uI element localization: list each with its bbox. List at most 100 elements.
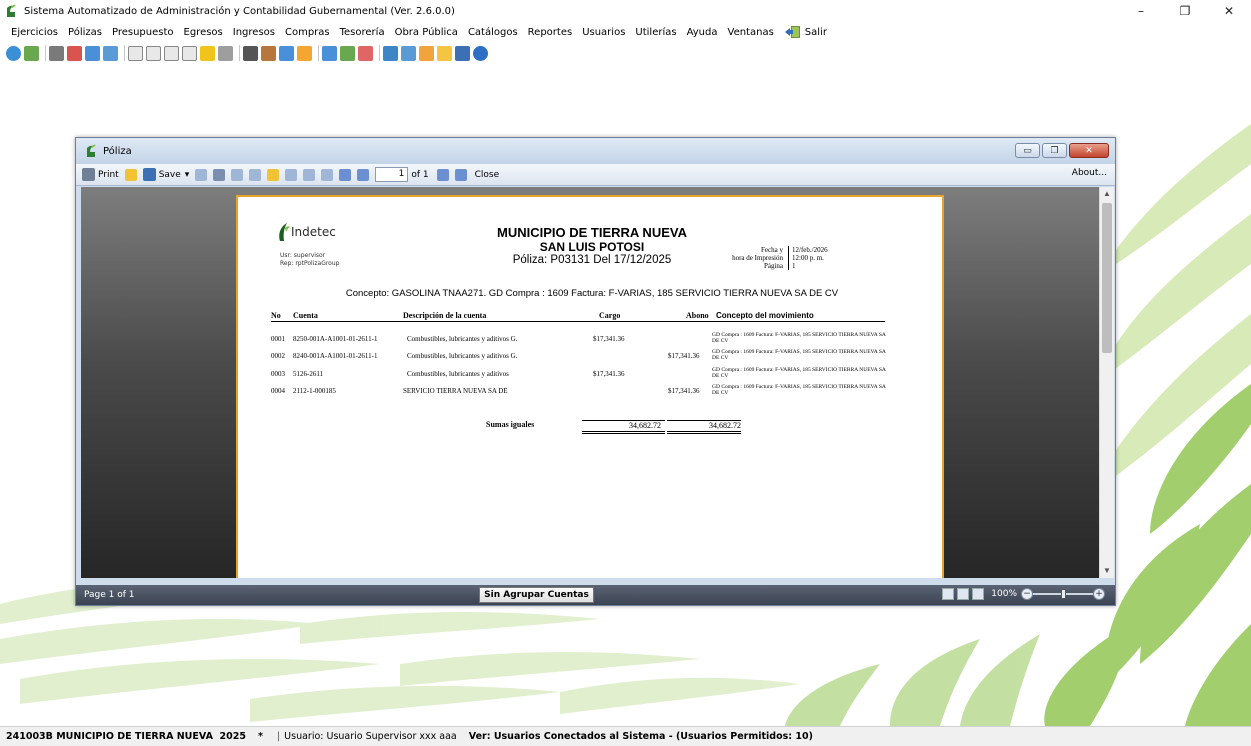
email-icon[interactable] — [195, 168, 208, 181]
cell-abono: $17,341.36 — [668, 352, 700, 360]
truck-icon[interactable] — [261, 45, 276, 61]
menu-polizas[interactable]: Pólizas — [63, 27, 107, 38]
meta-labels: Fecha y hora de Impresión Página — [732, 246, 783, 270]
edit-icon[interactable] — [267, 168, 280, 181]
zoom-in-icon[interactable]: + — [1093, 588, 1105, 600]
save-dropdown-icon[interactable]: ▾ — [185, 170, 190, 180]
grid-icon[interactable] — [103, 45, 118, 61]
tree-icon[interactable] — [383, 45, 398, 61]
last-page-icon[interactable] — [454, 168, 467, 181]
cell-descripcion: Combustibles, lubricantes y aditivos — [407, 370, 509, 378]
continuous-view-icon[interactable] — [972, 588, 985, 600]
save-button[interactable]: Save ▾ — [142, 168, 190, 181]
status-usuarios-conectados[interactable]: Ver: Usuarios Conectados al Sistema - (U… — [469, 731, 813, 742]
thumbnails-icon[interactable] — [231, 168, 244, 181]
refresh-icon[interactable] — [6, 45, 21, 61]
d-doc-icon[interactable] — [146, 45, 161, 61]
cell-no: 0003 — [271, 370, 285, 378]
page-number-input[interactable]: 1 — [375, 167, 409, 182]
menu-reportes[interactable]: Reportes — [523, 27, 578, 38]
menu-utilerias[interactable]: Utilerías — [630, 27, 681, 38]
menu-egresos[interactable]: Egresos — [179, 27, 228, 38]
poliza-maximize-button[interactable]: ❐ — [1042, 143, 1067, 158]
zoom-icon[interactable] — [249, 168, 262, 181]
cell-concepto: GD Compra : 1609 Factura: F-VARIAS, 185 … — [712, 349, 886, 361]
toolbar-separator — [318, 45, 319, 61]
menu-catalogos[interactable]: Catálogos — [463, 27, 523, 38]
report-vertical-scrollbar[interactable]: ▲ ▼ — [1100, 187, 1114, 578]
pen-icon[interactable] — [218, 45, 233, 61]
table-row: 0003 5126-2611 Combustibles, lubricantes… — [271, 367, 901, 384]
menu-salir[interactable]: Salir — [779, 25, 832, 39]
report-title-municipio: MUNICIPIO DE TIERRA NUEVA — [497, 225, 687, 240]
previous-page-icon[interactable] — [357, 168, 370, 181]
calendar-icon[interactable] — [85, 45, 100, 61]
p-doc-icon[interactable] — [182, 45, 197, 61]
save-disk-icon[interactable] — [455, 45, 470, 61]
minimize-button[interactable]: – — [1119, 0, 1163, 22]
col-no: No — [271, 311, 281, 320]
zoom-level: 100% — [991, 589, 1017, 599]
status-usuario: Usuario: Usuario Supervisor xxx aaa — [284, 731, 457, 742]
exit-door-icon — [784, 25, 802, 39]
menu-tesoreria[interactable]: Tesorería — [335, 27, 390, 38]
poliza-minimize-button[interactable]: ▭ — [1015, 143, 1040, 158]
copy-icon[interactable] — [285, 168, 298, 181]
two-page-view-icon[interactable] — [957, 588, 970, 600]
close-report-button[interactable]: Close — [475, 170, 500, 180]
menu-presupuesto[interactable]: Presupuesto — [107, 27, 179, 38]
zoom-out-icon[interactable]: − — [1021, 588, 1033, 600]
chart-icon[interactable] — [419, 45, 434, 61]
tools-icon[interactable] — [67, 45, 82, 61]
cell-cuenta: 2112-1-000185 — [293, 387, 336, 395]
restore-button[interactable]: ❐ — [1163, 0, 1207, 22]
print-button[interactable]: Print — [82, 168, 119, 181]
c-doc-icon[interactable] — [128, 45, 143, 61]
fullscreen-icon[interactable] — [303, 168, 316, 181]
help-icon[interactable] — [473, 45, 488, 61]
app-status-bar: 241003B MUNICIPIO DE TIERRA NUEVA 2025 *… — [0, 726, 1251, 746]
page-setup-icon[interactable] — [321, 168, 334, 181]
col-cuenta: Cuenta — [293, 311, 318, 320]
totals-abono: 34,682.72 — [667, 420, 741, 434]
zoom-knob[interactable] — [1060, 589, 1066, 599]
p-highlight-icon[interactable] — [200, 45, 215, 61]
scroll-up-icon[interactable]: ▲ — [1100, 187, 1114, 201]
col-concepto: Concepto del movimiento — [716, 311, 814, 320]
menu-compras[interactable]: Compras — [280, 27, 335, 38]
clipboard-icon[interactable] — [243, 45, 258, 61]
menu-ventanas[interactable]: Ventanas — [723, 27, 779, 38]
scroll-thumb[interactable] — [1102, 203, 1112, 353]
table-icon[interactable] — [401, 45, 416, 61]
scroll-down-icon[interactable]: ▼ — [1100, 564, 1114, 578]
sin-agrupar-cuentas-button[interactable]: Sin Agrupar Cuentas — [479, 587, 594, 603]
cell-descripcion: Combustibles, lubricantes y aditivos G. — [407, 352, 518, 360]
about-button[interactable]: About... — [1072, 168, 1107, 178]
calculator-icon[interactable] — [322, 45, 337, 61]
cart-icon[interactable] — [279, 45, 294, 61]
find-icon[interactable] — [213, 168, 226, 181]
open-folder-icon[interactable] — [124, 168, 137, 181]
close-button[interactable]: ✕ — [1207, 0, 1251, 22]
menu-usuarios[interactable]: Usuarios — [577, 27, 630, 38]
brush-icon[interactable] — [340, 45, 355, 61]
e-doc-icon[interactable] — [164, 45, 179, 61]
cell-cargo: $17,341.36 — [593, 335, 625, 343]
report-title: MUNICIPIO DE TIERRA NUEVA SAN LUIS POTOS… — [238, 225, 946, 266]
report-icon[interactable] — [358, 45, 373, 61]
cell-cuenta: 8240-001A-A1001-01-2611-1 — [293, 352, 378, 360]
single-page-view-icon[interactable] — [942, 588, 955, 600]
user-icon[interactable] — [437, 45, 452, 61]
box-icon[interactable] — [297, 45, 312, 61]
poliza-close-button[interactable]: ✕ — [1069, 143, 1109, 158]
menu-ingresos[interactable]: Ingresos — [228, 27, 280, 38]
menu-obra-publica[interactable]: Obra Pública — [390, 27, 463, 38]
first-page-icon[interactable] — [339, 168, 352, 181]
printer-icon[interactable] — [49, 45, 64, 61]
menu-ejercicios[interactable]: Ejercicios — [6, 27, 63, 38]
document-icon[interactable] — [24, 45, 39, 61]
cell-abono: $17,341.36 — [668, 387, 700, 395]
menu-ayuda[interactable]: Ayuda — [682, 27, 723, 38]
zoom-slider[interactable]: − + — [1021, 588, 1105, 600]
next-page-icon[interactable] — [436, 168, 449, 181]
